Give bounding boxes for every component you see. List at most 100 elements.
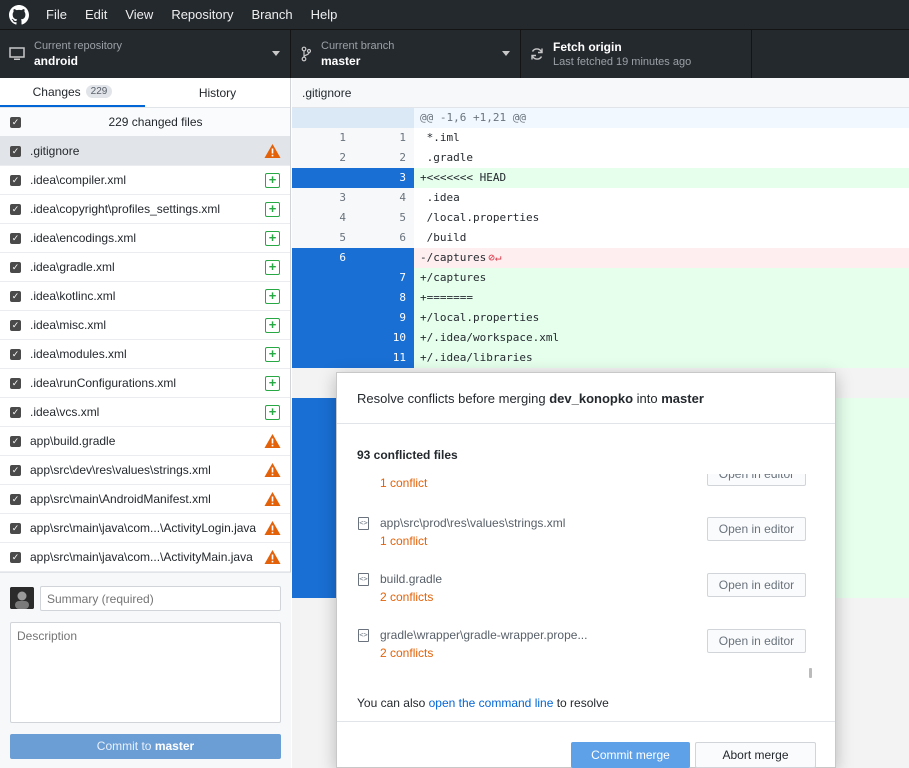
old-line-number[interactable]: 4: [292, 208, 352, 228]
file-list-item[interactable]: ✓ .idea\kotlinc.xml +: [0, 282, 290, 311]
new-line-number[interactable]: 2: [352, 148, 414, 168]
conflict-warning-icon: [264, 492, 281, 506]
file-list-item[interactable]: ✓ app\src\main\AndroidManifest.xml: [0, 485, 290, 514]
file-checkbox[interactable]: ✓: [10, 261, 21, 273]
file-checkbox[interactable]: ✓: [10, 377, 21, 389]
file-list-item[interactable]: ✓ app\build.gradle: [0, 427, 290, 456]
select-all-checkbox[interactable]: ✓: [10, 116, 21, 128]
file-list-item[interactable]: ✓ .gitignore: [0, 137, 290, 166]
old-line-number[interactable]: [292, 168, 352, 188]
old-line-number[interactable]: 5: [292, 228, 352, 248]
file-checkbox[interactable]: ✓: [10, 232, 21, 244]
diff-line: 8 +=======: [292, 288, 909, 308]
menu-edit[interactable]: Edit: [76, 0, 116, 29]
file-code-icon: <>: [358, 629, 369, 642]
file-list-item[interactable]: ✓ .idea\gradle.xml +: [0, 253, 290, 282]
new-line-number[interactable]: [352, 248, 414, 268]
file-checkbox[interactable]: ✓: [10, 145, 21, 157]
file-code-icon: <>: [358, 517, 369, 530]
open-in-editor-button[interactable]: Open in editor: [707, 629, 806, 653]
file-name: .idea\runConfigurations.xml: [30, 376, 177, 390]
menu-bar: File Edit View Repository Branch Help: [0, 0, 909, 29]
file-checkbox[interactable]: ✓: [10, 319, 21, 331]
commit-button[interactable]: Commit to master: [10, 734, 281, 759]
file-list-item[interactable]: ✓ .idea\modules.xml +: [0, 340, 290, 369]
new-line-number[interactable]: 7: [352, 268, 414, 288]
new-line-number[interactable]: 10: [352, 328, 414, 348]
old-line-number[interactable]: 1: [292, 128, 352, 148]
open-in-editor-button[interactable]: Open in editor: [707, 474, 806, 486]
old-line-number[interactable]: 3: [292, 188, 352, 208]
abort-merge-button[interactable]: Abort merge: [695, 742, 816, 768]
file-list-item[interactable]: ✓ app\src\main\java\com...\ActivityLogin.…: [0, 514, 290, 543]
new-line-number[interactable]: 4: [352, 188, 414, 208]
current-repository-button[interactable]: Current repository android: [0, 30, 291, 78]
old-line-number[interactable]: [292, 308, 352, 328]
list-scrollbar[interactable]: [809, 668, 812, 678]
conflict-count-text: 1 conflict: [380, 476, 428, 490]
resolve-conflicts-dialog: Resolve conflicts before merging dev_kon…: [336, 372, 836, 768]
file-list-item[interactable]: ✓ .idea\runConfigurations.xml +: [0, 369, 290, 398]
file-list-item[interactable]: ✓ app\src\main\java\com...\ActivityMain.j…: [0, 543, 290, 572]
conflict-count-text: 2 conflicts: [380, 646, 434, 660]
changed-files-summary: 229 changed files: [108, 115, 203, 129]
chevron-down-icon: [502, 51, 510, 56]
diff-line-text: *.iml: [414, 128, 909, 148]
chevron-down-icon: [272, 51, 280, 56]
tab-changes[interactable]: Changes 229: [0, 78, 145, 107]
file-checkbox[interactable]: ✓: [10, 493, 21, 505]
tab-history[interactable]: History: [145, 78, 290, 107]
file-name: app\src\main\AndroidManifest.xml: [30, 492, 211, 506]
file-checkbox[interactable]: ✓: [10, 435, 21, 447]
file-list-item[interactable]: ✓ .idea\compiler.xml +: [0, 166, 290, 195]
old-line-number[interactable]: [292, 268, 352, 288]
diff-line: 34 .idea: [292, 188, 909, 208]
file-checkbox[interactable]: ✓: [10, 551, 21, 563]
fetch-origin-button[interactable]: Fetch origin Last fetched 19 minutes ago: [521, 30, 752, 78]
new-line-number[interactable]: 11: [352, 348, 414, 368]
file-list-item[interactable]: ✓ app\src\dev\res\values\strings.xml: [0, 456, 290, 485]
new-line-number[interactable]: 3: [352, 168, 414, 188]
no-newline-icon: ⊘↵: [488, 251, 502, 264]
commit-description-input[interactable]: [10, 622, 281, 723]
old-line-number[interactable]: [292, 328, 352, 348]
commit-merge-button[interactable]: Commit merge: [571, 742, 690, 768]
diff-line-content: +/local.properties: [420, 311, 540, 324]
file-checkbox[interactable]: ✓: [10, 522, 21, 534]
menu-branch[interactable]: Branch: [242, 0, 301, 29]
old-line-number[interactable]: [292, 288, 352, 308]
open-command-line-link[interactable]: open the command line: [429, 696, 554, 710]
source-branch: dev_konopko: [549, 390, 634, 406]
menu-help[interactable]: Help: [302, 0, 347, 29]
file-checkbox[interactable]: ✓: [10, 406, 21, 418]
list-item: <> build.gradle 2 conflicts Open in edit…: [337, 570, 817, 626]
new-line-number[interactable]: 9: [352, 308, 414, 328]
file-list-item[interactable]: ✓ .idea\vcs.xml +: [0, 398, 290, 427]
file-checkbox[interactable]: ✓: [10, 348, 21, 360]
file-list-item[interactable]: ✓ .idea\encodings.xml +: [0, 224, 290, 253]
open-in-editor-button[interactable]: Open in editor: [707, 517, 806, 541]
diff-line-text: +=======: [414, 288, 909, 308]
open-in-editor-button[interactable]: Open in editor: [707, 573, 806, 597]
file-list-item[interactable]: ✓ .idea\misc.xml +: [0, 311, 290, 340]
file-checkbox[interactable]: ✓: [10, 464, 21, 476]
new-line-number[interactable]: 8: [352, 288, 414, 308]
new-line-number[interactable]: 5: [352, 208, 414, 228]
diff-line-content: +/.idea/libraries: [420, 351, 533, 364]
old-line-number[interactable]: 2: [292, 148, 352, 168]
menu-view[interactable]: View: [116, 0, 162, 29]
old-line-number[interactable]: 6: [292, 248, 352, 268]
dialog-body: 93 conflicted files 1 conflict Open in e…: [337, 424, 835, 722]
file-name: app\build.gradle: [30, 434, 116, 448]
menu-repository[interactable]: Repository: [162, 0, 242, 29]
file-checkbox[interactable]: ✓: [10, 174, 21, 186]
new-line-number[interactable]: 1: [352, 128, 414, 148]
old-line-number[interactable]: [292, 348, 352, 368]
file-checkbox[interactable]: ✓: [10, 290, 21, 302]
current-branch-button[interactable]: Current branch master: [291, 30, 521, 78]
menu-file[interactable]: File: [37, 0, 76, 29]
new-line-number[interactable]: 6: [352, 228, 414, 248]
file-checkbox[interactable]: ✓: [10, 203, 21, 215]
commit-summary-input[interactable]: [40, 586, 281, 611]
file-list-item[interactable]: ✓ .idea\copyright\profiles_settings.xml +: [0, 195, 290, 224]
